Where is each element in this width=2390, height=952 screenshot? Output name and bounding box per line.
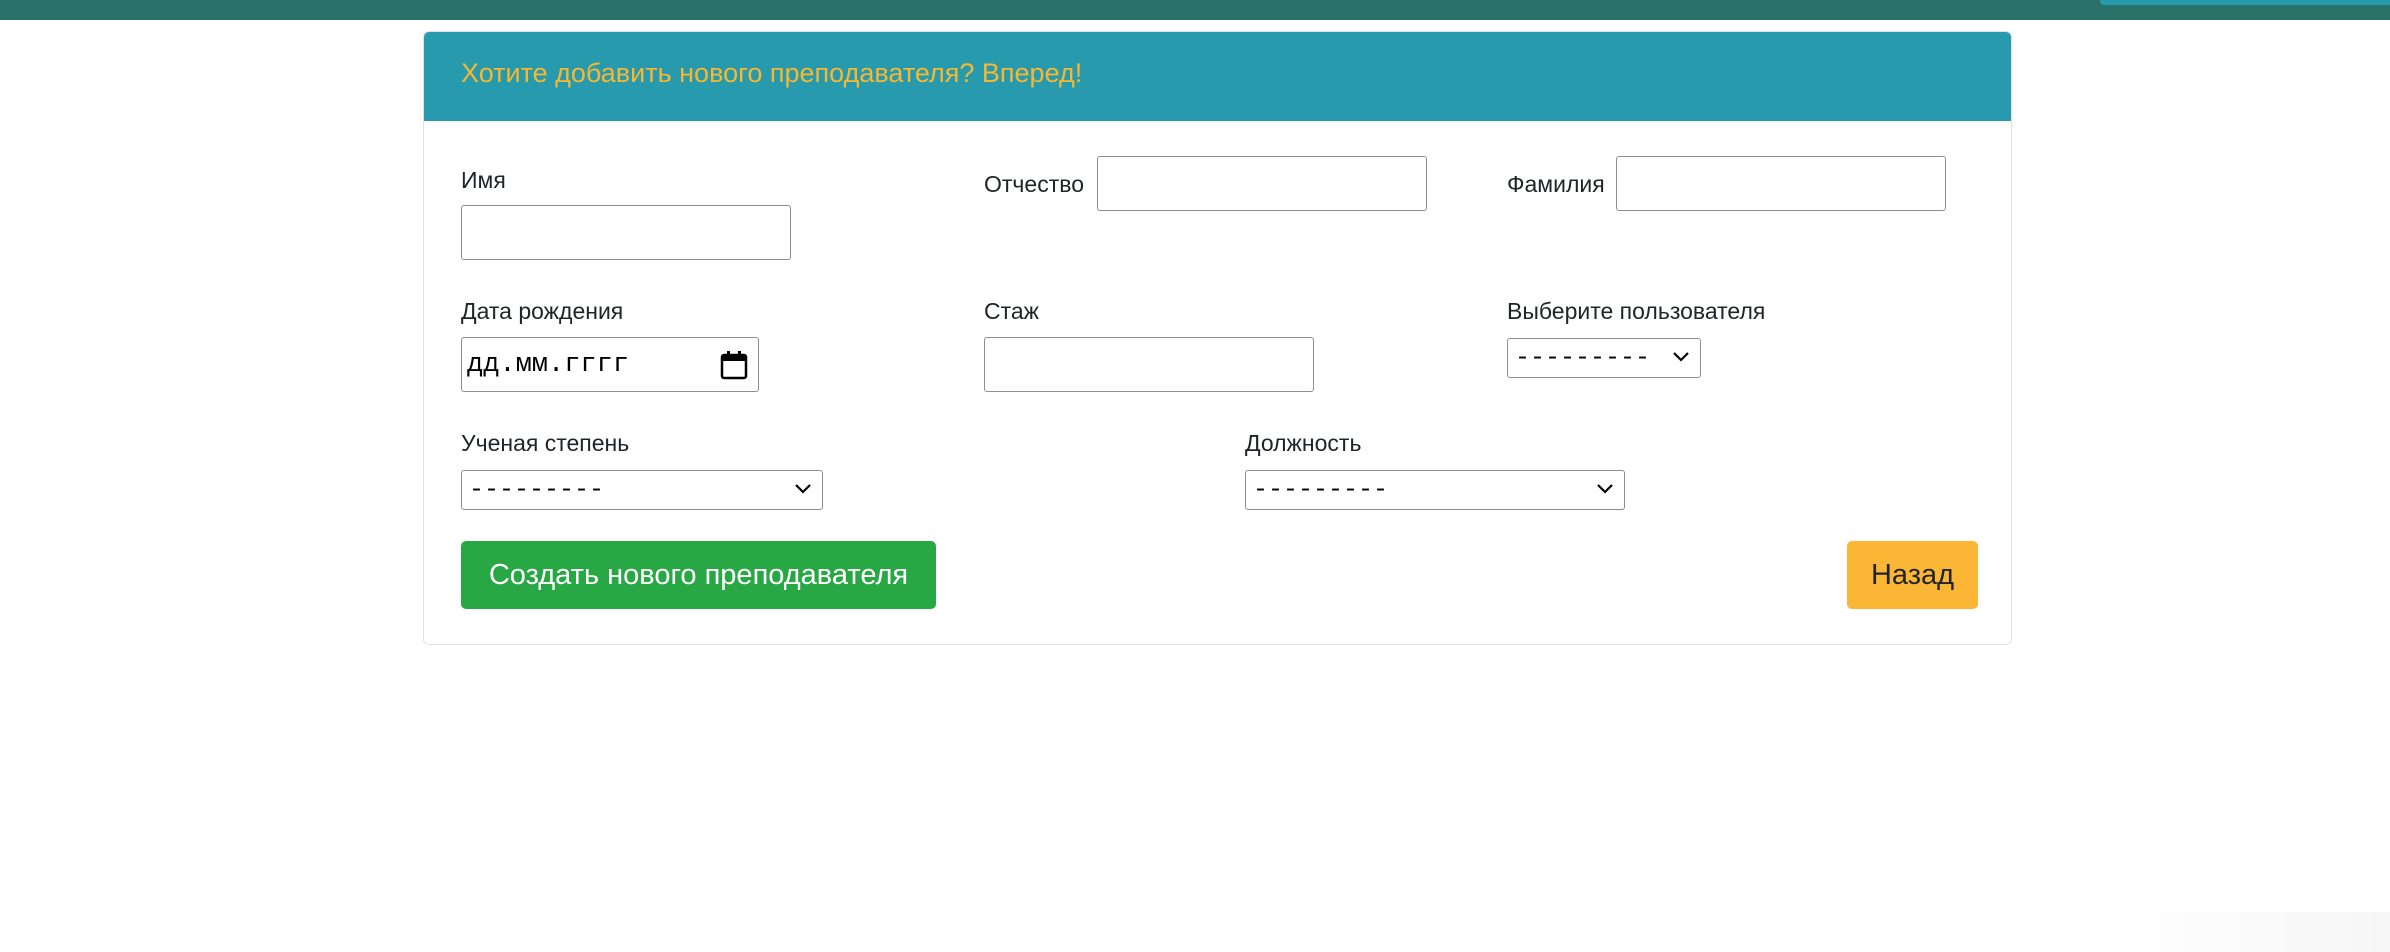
first-name-label: Имя	[461, 167, 506, 193]
position-select-label: Должность	[1245, 430, 1362, 456]
experience-label: Стаж	[984, 298, 1040, 324]
user-select[interactable]: ---------	[1507, 338, 1701, 378]
back-button[interactable]: Назад	[1847, 541, 1978, 609]
middle-name-label: Отчество	[984, 171, 1084, 197]
navbar-accent	[2100, 0, 2390, 5]
birth-date-input[interactable]: дд.мм.гггг	[461, 337, 759, 392]
degree-select-value: ---------	[469, 475, 605, 504]
chevron-down-icon	[1673, 352, 1689, 362]
user-select-value: ---------	[1515, 343, 1651, 372]
position-select-value: ---------	[1253, 475, 1389, 504]
degree-select[interactable]: ---------	[461, 470, 823, 510]
card-header: Хотите добавить нового преподавателя? Вп…	[424, 32, 2011, 121]
last-name-input[interactable]	[1616, 156, 1946, 211]
card-title: Хотите добавить нового преподавателя? Вп…	[461, 58, 1083, 88]
birth-date-placeholder: дд.мм.гггг	[467, 350, 630, 380]
top-navbar	[0, 0, 2390, 20]
user-select-label: Выберите пользователя	[1507, 298, 1766, 324]
first-name-input[interactable]	[461, 205, 791, 260]
middle-name-input[interactable]	[1097, 156, 1427, 211]
experience-input[interactable]	[984, 337, 1314, 392]
calendar-icon[interactable]	[720, 350, 748, 380]
birth-date-label: Дата рождения	[461, 298, 624, 324]
position-select[interactable]: ---------	[1245, 470, 1625, 510]
create-teacher-card: Хотите добавить нового преподавателя? Вп…	[423, 31, 2012, 645]
chevron-down-icon	[795, 484, 811, 494]
create-teacher-button[interactable]: Создать нового преподавателя	[461, 541, 936, 609]
bottom-corner-shade	[2110, 912, 2390, 952]
chevron-down-icon	[1597, 484, 1613, 494]
last-name-label: Фамилия	[1507, 171, 1605, 197]
degree-select-label: Ученая степень	[461, 430, 630, 456]
